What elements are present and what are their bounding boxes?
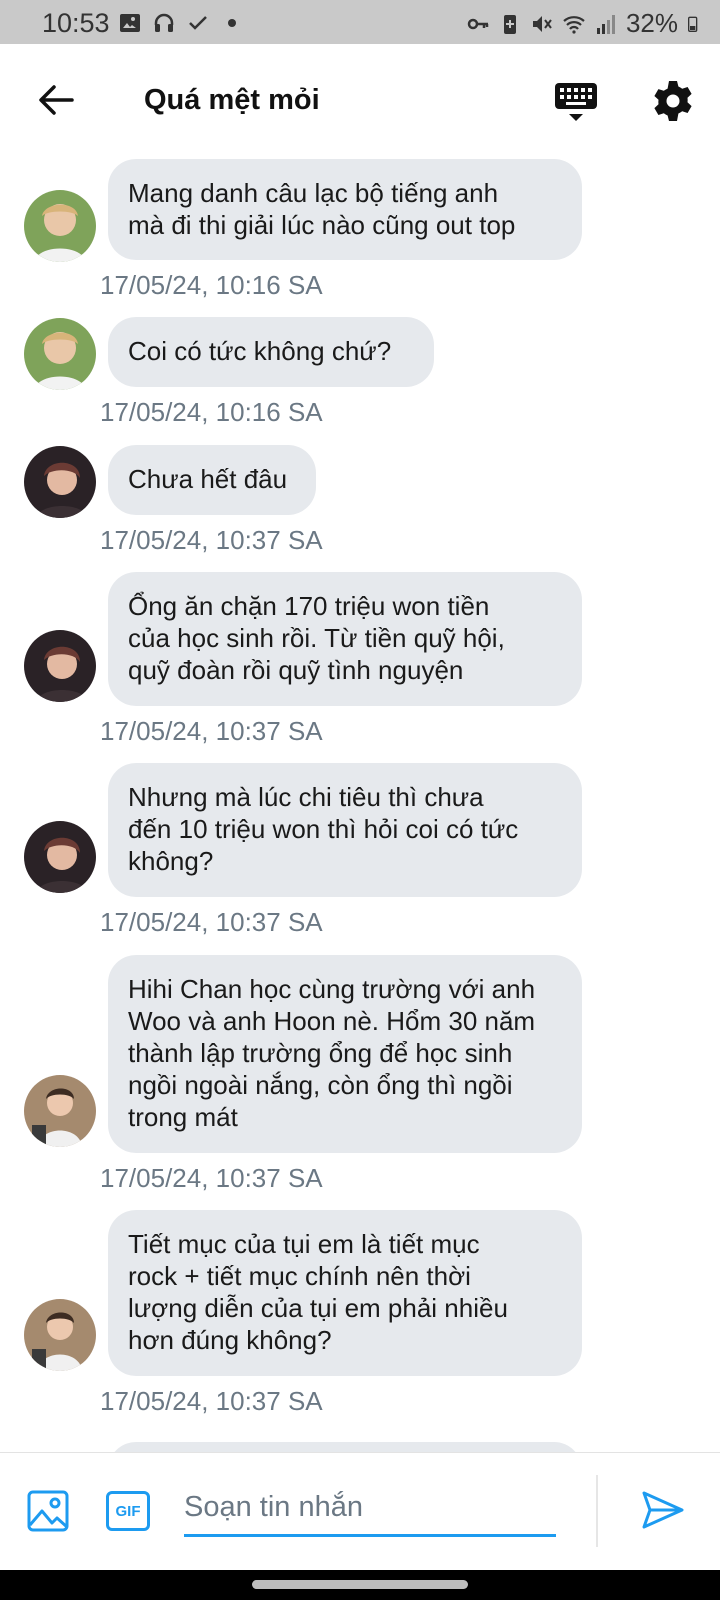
compose-message-input[interactable]: [184, 1473, 556, 1537]
avatar[interactable]: [24, 630, 96, 702]
system-nav-bar: [0, 1570, 720, 1600]
message-bubble-partial[interactable]: [108, 1442, 582, 1452]
avatar[interactable]: [24, 446, 96, 518]
message-bubble[interactable]: Mang danh câu lạc bộ tiếng anh mà đi thi…: [108, 159, 582, 260]
chat-header: Quá mệt mỏi: [0, 44, 720, 156]
battery-saver-icon: [503, 14, 516, 34]
message-bubble[interactable]: Ổng ăn chặn 170 triệu won tiền của học s…: [108, 572, 582, 706]
image-icon: [120, 14, 140, 32]
avatar[interactable]: [24, 1075, 96, 1147]
composer-divider: [596, 1475, 598, 1547]
avatar[interactable]: [24, 821, 96, 893]
image-icon[interactable]: [26, 1489, 70, 1533]
status-bar: 10:53 32%: [0, 0, 720, 44]
message-list[interactable]: Mang danh câu lạc bộ tiếng anh mà đi thi…: [0, 156, 720, 1452]
back-arrow-icon[interactable]: [34, 78, 78, 122]
message-timestamp: 17/05/24, 10:37 SA: [100, 525, 323, 555]
message-timestamp: 17/05/24, 10:37 SA: [100, 1386, 323, 1416]
avatar[interactable]: [24, 318, 96, 390]
avatar[interactable]: [24, 190, 96, 262]
message-bubble[interactable]: Hihi Chan học cùng trường với anh Woo và…: [108, 955, 582, 1153]
message-timestamp: 17/05/24, 10:16 SA: [100, 397, 323, 427]
signal-icon: [596, 14, 615, 34]
status-time: 10:53: [42, 8, 110, 38]
chat-title: Quá mệt mỏi: [144, 84, 320, 116]
home-indicator[interactable]: [252, 1580, 468, 1589]
wifi-icon: [563, 15, 585, 34]
mute-icon: [532, 15, 552, 32]
send-icon[interactable]: [640, 1487, 686, 1533]
message-bubble[interactable]: Chưa hết đâu: [108, 445, 316, 515]
message-bubble[interactable]: Nhưng mà lúc chi tiêu thì chưa đến 10 tr…: [108, 763, 582, 897]
dot-icon: [228, 19, 236, 27]
message-timestamp: 17/05/24, 10:37 SA: [100, 716, 323, 746]
gif-button[interactable]: GIF: [106, 1491, 150, 1531]
keyboard-icon[interactable]: [553, 78, 599, 124]
message-composer: GIF: [0, 1452, 720, 1570]
gear-icon[interactable]: [650, 78, 696, 124]
battery-icon: [688, 16, 698, 32]
status-left-icons: [118, 11, 244, 35]
message-timestamp: 17/05/24, 10:37 SA: [100, 1163, 323, 1193]
message-timestamp: 17/05/24, 10:16 SA: [100, 270, 323, 300]
message-bubble[interactable]: Coi có tức không chứ?: [108, 317, 434, 387]
status-right-icons: 32%: [466, 8, 702, 39]
avatar[interactable]: [24, 1299, 96, 1371]
message-bubble[interactable]: Tiết mục của tụi em là tiết mục rock + t…: [108, 1210, 582, 1376]
message-timestamp: 17/05/24, 10:37 SA: [100, 907, 323, 937]
key-icon: [467, 18, 489, 29]
check-icon: [189, 16, 207, 30]
battery-percent: 32%: [625, 8, 678, 38]
headphones-icon: [154, 13, 174, 32]
